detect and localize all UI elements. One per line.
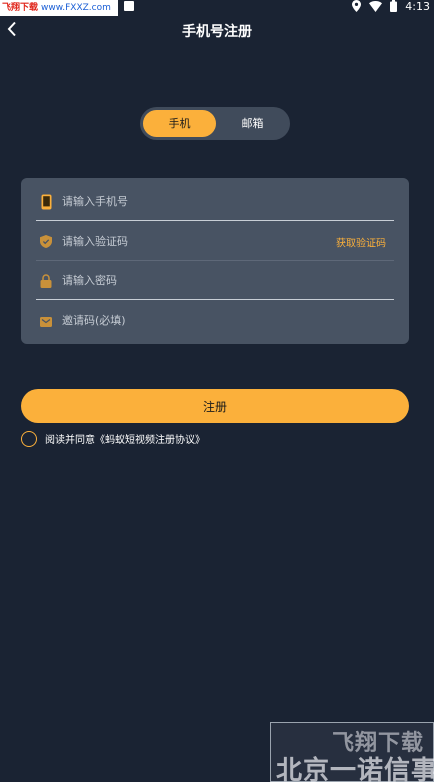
lock-icon bbox=[39, 273, 53, 288]
register-type-toggle: 手机 邮箱 bbox=[140, 107, 290, 140]
agreement-checkbox[interactable] bbox=[21, 430, 37, 447]
tab-email[interactable]: 邮箱 bbox=[218, 110, 287, 137]
invite-field-row bbox=[36, 301, 394, 340]
gift-icon bbox=[39, 314, 53, 328]
tab-phone[interactable]: 手机 bbox=[143, 110, 216, 137]
register-button[interactable]: 注册 bbox=[21, 389, 409, 423]
password-field-row bbox=[36, 261, 394, 300]
notification-icon bbox=[124, 1, 134, 11]
watermark-top-brand: 飞翔下载 bbox=[2, 3, 39, 13]
password-underline bbox=[36, 299, 394, 300]
page-title: 手机号注册 bbox=[182, 24, 252, 40]
status-time: 4:13 bbox=[405, 0, 430, 13]
register-form: 获取验证码 bbox=[21, 178, 409, 344]
password-input[interactable] bbox=[62, 261, 312, 300]
shield-icon bbox=[39, 235, 53, 249]
get-code-button[interactable]: 获取验证码 bbox=[336, 234, 386, 249]
code-field-row: 获取验证码 bbox=[36, 222, 394, 261]
wifi-icon bbox=[369, 0, 383, 16]
status-icons: 4:13 bbox=[352, 0, 430, 13]
phone-icon bbox=[39, 194, 53, 209]
battery-icon bbox=[390, 0, 398, 16]
phone-underline bbox=[36, 220, 394, 221]
code-input[interactable] bbox=[62, 222, 312, 261]
watermark-top: 飞翔下载 www.FXXZ.com bbox=[0, 0, 118, 16]
watermark-bottom: 飞翔下载 北京一诺信事 bbox=[270, 722, 434, 782]
phone-field-row bbox=[36, 182, 394, 221]
watermark-line2: 北京一诺信事 bbox=[276, 756, 434, 782]
watermark-top-url: www.FXXZ.com bbox=[41, 3, 111, 13]
agreement-row[interactable]: 阅读并同意《蚂蚁短视频注册协议》 bbox=[21, 430, 205, 447]
location-icon bbox=[352, 0, 362, 16]
agreement-text[interactable]: 阅读并同意《蚂蚁短视频注册协议》 bbox=[45, 431, 205, 446]
invite-input[interactable] bbox=[62, 301, 312, 340]
header: 手机号注册 bbox=[0, 16, 434, 46]
phone-input[interactable] bbox=[62, 182, 312, 221]
